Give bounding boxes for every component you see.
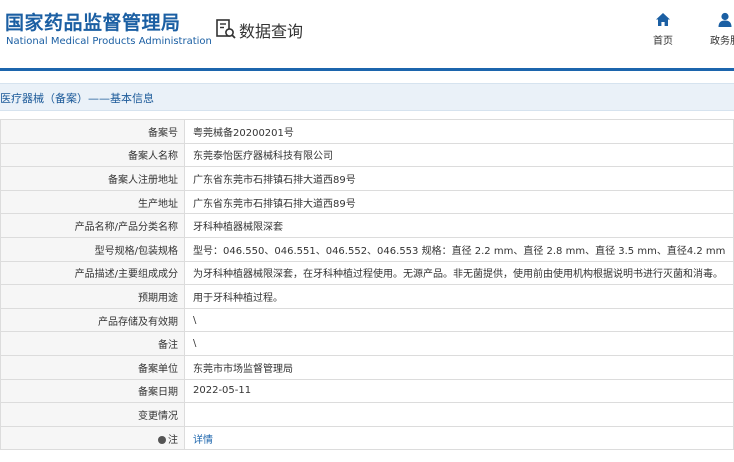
field-value: 2022-05-11: [184, 378, 734, 404]
field-value: 东莞市市场监督管理局: [184, 354, 734, 380]
field-label: 预期用途: [0, 284, 185, 309]
note-value-cell: 详情: [184, 425, 734, 451]
field-label: 产品名称/产品分类名称: [0, 213, 185, 238]
field-value: 粤莞械备20200201号: [184, 119, 734, 144]
field-value: 牙科种植器械限深套: [184, 213, 734, 238]
site-logo-en[interactable]: National Medical Products Administration: [6, 36, 212, 47]
table-row: 注 详情: [0, 425, 734, 451]
field-label: 产品描述/主要组成成分: [0, 260, 185, 286]
field-label: 产品存储及有效期: [0, 307, 185, 333]
magnifier-document-icon: [216, 19, 236, 39]
field-value: 广东省东莞市石排镇石排大道西89号: [184, 189, 734, 215]
table-row: 变更情况: [0, 402, 734, 427]
field-label: 备案人名称: [0, 142, 185, 168]
field-value: 用于牙科种植过程。: [184, 284, 734, 309]
user-icon: [718, 12, 732, 27]
field-label: 变更情况: [0, 402, 185, 427]
field-label: 备案日期: [0, 378, 185, 404]
field-label: 备案人注册地址: [0, 166, 185, 191]
field-label: 注: [168, 434, 178, 446]
home-icon: [656, 13, 670, 26]
table-row: 预期用途 用于牙科种植过程。: [0, 284, 734, 309]
field-value: \: [184, 331, 734, 356]
site-header: 国家药品监督管理局 National Medical Products Admi…: [0, 0, 734, 66]
details-link[interactable]: 详情: [193, 435, 213, 446]
field-value: 为牙科种植器械限深套，在牙科种植过程使用。无源产品。非无菌提供，使用前由使用机构…: [184, 260, 734, 286]
note-label-cell: 注: [0, 425, 185, 451]
data-query-title: 数据查询: [239, 22, 304, 41]
table-row: 型号规格/包装规格 型号：046.550、046.551、046.552、046…: [0, 236, 734, 262]
field-value: 东莞泰怡医疗器械科技有限公司: [184, 142, 734, 168]
breadcrumb: 医疗器械（备案）——基本信息: [0, 83, 734, 111]
field-value: 广东省东莞市石排镇石排大道西89号: [184, 166, 734, 191]
site-logo-cn[interactable]: 国家药品监督管理局: [5, 8, 181, 35]
field-label: 型号规格/包装规格: [0, 236, 185, 262]
field-value: 型号：046.550、046.551、046.552、046.553 规格：直径…: [184, 236, 734, 262]
header-divider: [0, 68, 734, 71]
record-detail-table: 备案号 粤莞械备20200201号 备案人名称 东莞泰怡医疗器械科技有限公司 备…: [0, 119, 734, 451]
table-row: 产品存储及有效期 \: [0, 307, 734, 333]
table-row: 备案日期 2022-05-11: [0, 378, 734, 404]
field-value: \: [184, 307, 734, 333]
table-row: 产品描述/主要组成成分 为牙科种植器械限深套，在牙科种植过程使用。无源产品。非无…: [0, 260, 734, 286]
table-row: 备案人注册地址 广东省东莞市石排镇石排大道西89号: [0, 166, 734, 191]
field-value: [184, 402, 734, 427]
field-label: 生产地址: [0, 189, 185, 215]
nav-government-affairs[interactable]: 政务服: [700, 12, 734, 47]
table-row: 备案单位 东莞市市场监督管理局: [0, 354, 734, 380]
table-row: 备案号 粤莞械备20200201号: [0, 119, 734, 144]
field-label: 备注: [0, 331, 185, 356]
nav-home[interactable]: 首页: [646, 12, 680, 47]
breadcrumb-text: 医疗器械（备案）——基本信息: [0, 92, 154, 105]
field-label: 备案号: [0, 119, 185, 144]
table-row: 备案人名称 东莞泰怡医疗器械科技有限公司: [0, 142, 734, 168]
nav-home-label: 首页: [653, 36, 673, 47]
table-row: 产品名称/产品分类名称 牙科种植器械限深套: [0, 213, 734, 238]
table-row: 备注 \: [0, 331, 734, 356]
field-label: 备案单位: [0, 354, 185, 380]
table-row: 生产地址 广东省东莞市石排镇石排大道西89号: [0, 189, 734, 215]
info-dot-icon: [158, 435, 166, 444]
nav-affairs-label: 政务服: [710, 36, 734, 47]
